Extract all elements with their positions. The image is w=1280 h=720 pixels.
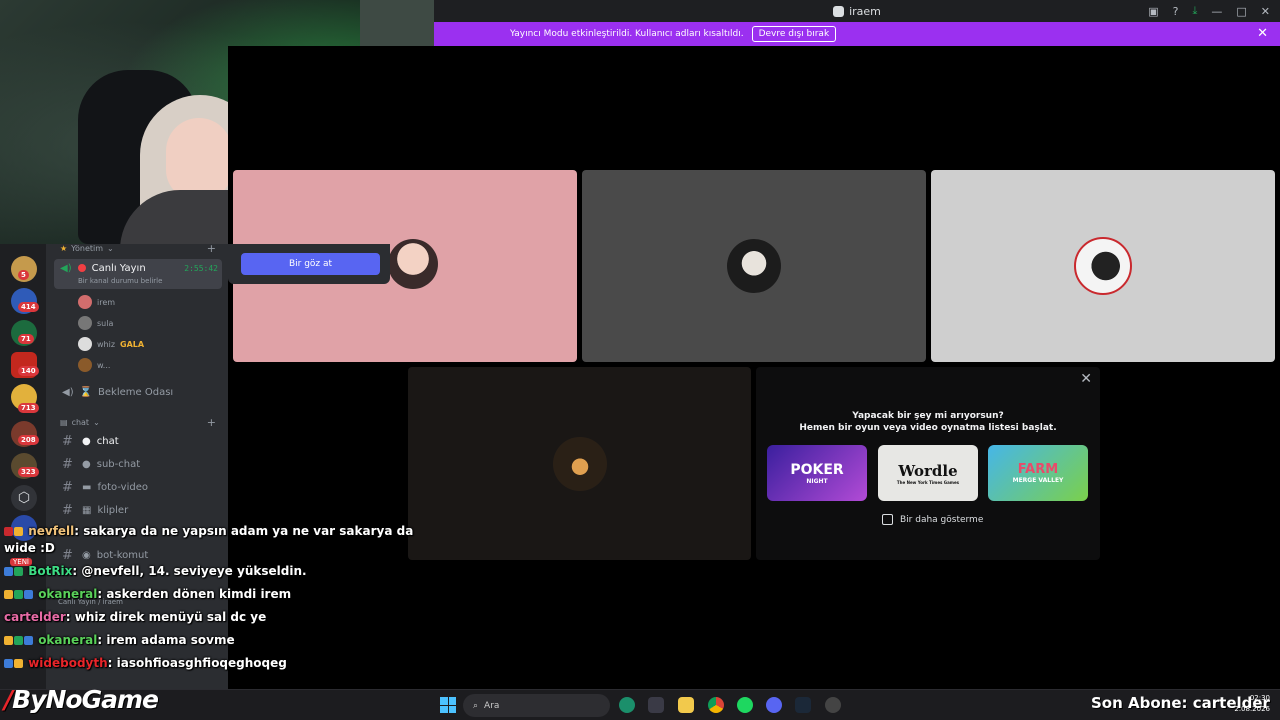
mention-badge: 323: [18, 467, 39, 477]
dont-show-again[interactable]: Bir daha gösterme: [882, 514, 983, 525]
chat-line: okaneral: irem adama sovme: [4, 633, 235, 647]
voice-member[interactable]: w...: [78, 358, 110, 372]
banner-close-icon[interactable]: ✕: [1257, 26, 1268, 41]
bubble-icon: ●: [82, 435, 91, 447]
chat-line: cartelder: whiz direk menüyü sal dc ye: [4, 610, 267, 624]
text-channel-sub-chat[interactable]: # ● sub-chat: [60, 454, 220, 474]
film-icon: ▦: [82, 504, 92, 516]
discover-icon[interactable]: ⬡: [11, 485, 37, 511]
search-icon: ⌕: [473, 700, 479, 711]
mention-badge: 713: [18, 403, 39, 413]
server-icon: [833, 5, 845, 17]
chat-line: wide :D: [4, 541, 55, 555]
edge-icon[interactable]: [619, 697, 635, 713]
live-timer: 2:55:42: [184, 263, 218, 273]
maximize-icon[interactable]: □: [1236, 5, 1246, 18]
download-icon[interactable]: ⤓: [1193, 4, 1198, 18]
avatar: [78, 337, 92, 351]
avatar: [78, 295, 92, 309]
stream-chat-overlay: nevfell: sakarya da ne yapsın adam ya ne…: [0, 520, 420, 680]
inbox-icon[interactable]: ▣: [1148, 5, 1158, 18]
live-dot-icon: [77, 264, 86, 272]
checkbox[interactable]: [882, 514, 893, 525]
hash-icon: #: [62, 433, 73, 449]
chat-line: widebodyth: iasohfioasghfioqeghoqeg: [4, 656, 287, 670]
avatar: [1074, 237, 1132, 295]
avatar: [552, 436, 607, 491]
category-chat[interactable]: ▤ chat ⌄: [60, 418, 100, 427]
help-icon[interactable]: ?: [1173, 5, 1179, 18]
stream-popover: Bir göz at: [228, 244, 390, 284]
taskbar-search[interactable]: ⌕ Ara: [463, 694, 610, 717]
folder-icon[interactable]: [678, 697, 694, 713]
speaker-icon: ◀): [62, 386, 74, 398]
activity-subtitle: Hemen bir oyun veya video oynatma listes…: [799, 423, 1057, 433]
channel-status[interactable]: Bir kanal durumu belirle: [78, 277, 162, 285]
system-clock[interactable]: 02:30 2.08.2026: [1234, 693, 1270, 715]
webcam-face: [166, 118, 232, 200]
window-title: iraem: [849, 4, 881, 18]
participant-tile[interactable]: [582, 170, 926, 362]
chrome-icon[interactable]: [708, 697, 724, 713]
text-channel-chat[interactable]: # ● chat: [60, 431, 220, 451]
close-icon[interactable]: ✕: [1080, 371, 1092, 387]
voice-channel-waiting[interactable]: ◀) ⌛ Bekleme Odası: [60, 382, 220, 402]
mention-badge: 208: [18, 435, 39, 445]
doc-icon: ▤: [60, 418, 68, 427]
category-manage[interactable]: ★ Yönetim ⌄: [60, 244, 114, 253]
title-bar: iraem ▣ ? ⤓ — □ ✕: [434, 0, 1280, 22]
store-icon[interactable]: [648, 697, 664, 713]
hash-icon: #: [62, 456, 73, 472]
banner-message: Yayıncı Modu etkinleştirildi. Kullanıcı …: [510, 29, 744, 39]
camera-icon: ▬: [82, 481, 92, 493]
mention-badge: 5: [18, 270, 29, 280]
mention-badge: 414: [18, 302, 39, 312]
windows-start-icon[interactable]: [440, 697, 456, 713]
spotify-icon[interactable]: [737, 697, 753, 713]
text-channel-foto-video[interactable]: # ▬ foto-video: [60, 477, 220, 497]
voice-member[interactable]: whiz GALA: [78, 337, 144, 351]
add-channel-icon[interactable]: +: [207, 242, 216, 255]
chat-line: BotRix: @nevfell, 14. seviyeye yükseldin…: [4, 564, 307, 578]
voice-member[interactable]: irem: [78, 295, 115, 309]
member-tag: GALA: [120, 339, 145, 349]
taskbar: /ByNoGame ⌕ Ara Son Abone: cartelder 02:3…: [0, 685, 1280, 720]
hourglass-icon: ⌛: [79, 386, 93, 398]
close-icon[interactable]: ✕: [1261, 5, 1270, 18]
activity-title: Yapacak bir şey mi arıyorsun?: [852, 411, 1004, 421]
avatar: [727, 239, 781, 293]
avatar: [78, 358, 92, 372]
chat-line: nevfell: sakarya da ne yapsın adam ya ne…: [4, 524, 413, 538]
voice-channel-live-label[interactable]: ◀) Canlı Yayın 2:55:42: [58, 258, 218, 278]
add-channel-icon[interactable]: +: [207, 416, 216, 429]
hash-icon: #: [62, 479, 73, 495]
hash-icon: #: [62, 502, 73, 518]
activity-card-farm[interactable]: FARM MERGE VALLEY: [988, 445, 1088, 501]
app-icon[interactable]: [825, 697, 841, 713]
speaker-icon: ◀): [60, 262, 72, 274]
discord-icon[interactable]: [766, 697, 782, 713]
activity-card-wordle[interactable]: Wordle The New York Times Games: [878, 445, 978, 501]
avatar: [78, 316, 92, 330]
disable-button[interactable]: Devre dışı bırak: [751, 26, 837, 42]
participant-tile[interactable]: [931, 170, 1275, 362]
avatar: [388, 239, 438, 289]
steam-icon[interactable]: [795, 697, 811, 713]
bynogame-logo: /ByNoGame: [4, 685, 159, 714]
participant-tile[interactable]: [408, 367, 751, 560]
watch-button[interactable]: Bir göz at: [241, 253, 380, 275]
bubble-icon: ●: [82, 458, 91, 470]
minimize-icon[interactable]: —: [1211, 5, 1222, 18]
mention-badge: 71: [18, 334, 34, 344]
mention-badge: 140: [18, 366, 39, 376]
streamer-mode-banner: Yayıncı Modu etkinleştirildi. Kullanıcı …: [434, 22, 1280, 46]
voice-member[interactable]: sula: [78, 316, 113, 330]
text-channel-klipler[interactable]: # ▦ klipler: [60, 500, 220, 520]
star-icon: ★: [60, 244, 68, 253]
activity-card-poker[interactable]: POKER NIGHT: [767, 445, 867, 501]
activity-suggestion-panel: ✕ Yapacak bir şey mi arıyorsun? Hemen bi…: [756, 367, 1100, 560]
chat-line: okaneral: askerden dönen kimdi irem: [4, 587, 291, 601]
